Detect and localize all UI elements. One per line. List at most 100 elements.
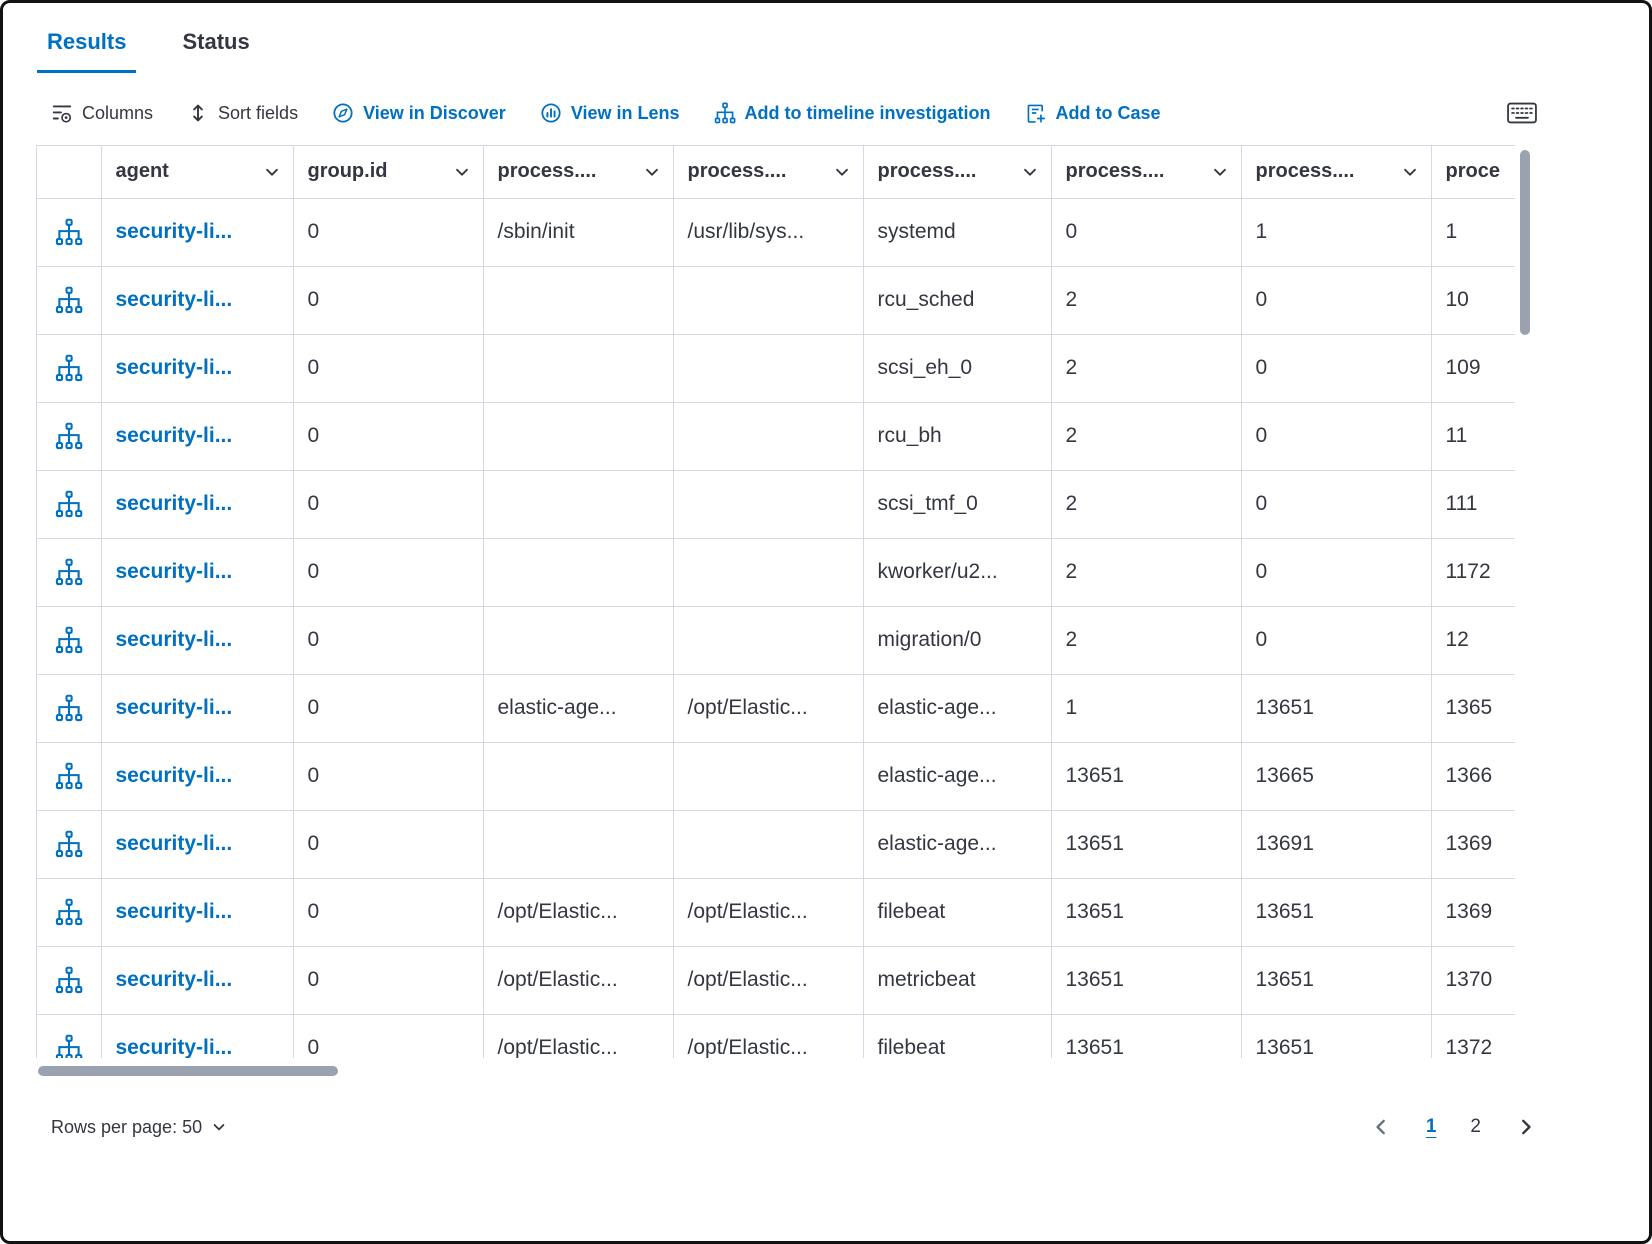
agent-link[interactable]: security-li... — [116, 900, 233, 923]
data-cell: 109 — [1431, 334, 1515, 402]
agent-link[interactable]: security-li... — [116, 832, 233, 855]
column-header-process[interactable]: process.... — [483, 146, 673, 198]
grid-toolbar: Columns Sort fields View in Discover Vie… — [51, 91, 1537, 135]
cell-agent: security-li... — [101, 470, 293, 538]
view-in-lens-button[interactable]: View in Lens — [540, 102, 680, 124]
data-cell: 2 — [1051, 402, 1241, 470]
agent-link[interactable]: security-li... — [116, 696, 233, 719]
analyze-event-button[interactable] — [37, 1014, 101, 1058]
column-header-process[interactable]: process.... — [863, 146, 1051, 198]
data-cell: 0 — [1241, 470, 1431, 538]
tab-results[interactable]: Results — [37, 29, 136, 73]
agent-link[interactable]: security-li... — [116, 424, 233, 447]
analyzer-graph-icon — [55, 626, 83, 654]
chevron-down-icon — [211, 1119, 227, 1135]
agent-link[interactable]: security-li... — [116, 1036, 233, 1058]
data-cell: 0 — [1241, 538, 1431, 606]
chevron-down-icon[interactable] — [1401, 163, 1419, 181]
analyze-event-button[interactable] — [37, 810, 101, 878]
agent-link[interactable]: security-li... — [116, 968, 233, 991]
discover-compass-icon — [332, 102, 354, 124]
lens-chart-icon — [540, 102, 562, 124]
rows-per-page-button[interactable]: Rows per page: 50 — [51, 1117, 227, 1138]
previous-page-button[interactable] — [1370, 1116, 1392, 1138]
analyze-event-button[interactable] — [37, 878, 101, 946]
column-header-label: process.... — [1066, 160, 1165, 183]
keyboard-shortcuts-button[interactable] — [1507, 102, 1537, 124]
analyze-event-button[interactable] — [37, 674, 101, 742]
chevron-down-icon[interactable] — [263, 163, 281, 181]
cell-agent: security-li... — [101, 538, 293, 606]
add-to-case-button[interactable]: Add to Case — [1025, 102, 1161, 124]
tab-status[interactable]: Status — [172, 29, 259, 73]
view-in-discover-button[interactable]: View in Discover — [332, 102, 506, 124]
agent-link[interactable]: security-li... — [116, 356, 233, 379]
column-header-process[interactable]: process.... — [1051, 146, 1241, 198]
agent-link[interactable]: security-li... — [116, 288, 233, 311]
analyzer-graph-icon — [55, 966, 83, 994]
column-header-process[interactable]: process.... — [673, 146, 863, 198]
analyzer-graph-icon — [55, 218, 83, 246]
analyze-event-button[interactable] — [37, 606, 101, 674]
analyze-event-button[interactable] — [37, 402, 101, 470]
sort-fields-button[interactable]: Sort fields — [187, 102, 298, 124]
agent-link[interactable]: security-li... — [116, 220, 233, 243]
analyze-event-button[interactable] — [37, 742, 101, 810]
chevron-down-icon[interactable] — [833, 163, 851, 181]
data-cell: 10 — [1431, 266, 1515, 334]
horizontal-scrollbar[interactable] — [36, 1058, 1515, 1082]
control-column-header — [37, 146, 101, 198]
column-header-proce[interactable]: proce — [1431, 146, 1515, 198]
chevron-down-icon[interactable] — [453, 163, 471, 181]
agent-link[interactable]: security-li... — [116, 764, 233, 787]
chevron-down-icon[interactable] — [1211, 163, 1229, 181]
sort-fields-icon — [187, 102, 209, 124]
horizontal-scrollbar-thumb[interactable] — [38, 1066, 338, 1076]
page-button-1[interactable]: 1 — [1426, 1116, 1437, 1138]
column-header-label: proce — [1446, 160, 1500, 183]
analyze-event-button[interactable] — [37, 266, 101, 334]
agent-link[interactable]: security-li... — [116, 628, 233, 651]
data-cell: 0 — [293, 878, 483, 946]
vertical-scrollbar-thumb[interactable] — [1520, 150, 1530, 335]
table-row: security-li...0/opt/Elastic.../opt/Elast… — [37, 1014, 1515, 1058]
chevron-down-icon[interactable] — [1021, 163, 1039, 181]
column-header-agent[interactable]: agent — [101, 146, 293, 198]
analyze-event-button[interactable] — [37, 334, 101, 402]
data-cell: 1 — [1241, 198, 1431, 266]
add-to-timeline-label: Add to timeline investigation — [745, 103, 991, 124]
data-cell: 13691 — [1241, 810, 1431, 878]
sort-fields-label: Sort fields — [218, 103, 298, 124]
agent-link[interactable]: security-li... — [116, 560, 233, 583]
column-header-label: process.... — [498, 160, 597, 183]
columns-label: Columns — [82, 103, 153, 124]
page-button-2[interactable]: 2 — [1470, 1116, 1481, 1138]
column-header-groupid[interactable]: group.id — [293, 146, 483, 198]
data-cell: 0 — [1051, 198, 1241, 266]
grid-footer: Rows per page: 50 1 2 — [51, 1104, 1537, 1150]
vertical-scrollbar[interactable] — [1515, 145, 1535, 1058]
columns-icon — [51, 102, 73, 124]
add-to-timeline-button[interactable]: Add to timeline investigation — [714, 102, 991, 124]
data-cell: elastic-age... — [863, 674, 1051, 742]
column-header-process[interactable]: process.... — [1241, 146, 1431, 198]
analyze-event-button[interactable] — [37, 946, 101, 1014]
data-cell: 13651 — [1051, 878, 1241, 946]
next-page-button[interactable] — [1515, 1116, 1537, 1138]
view-in-lens-label: View in Lens — [571, 103, 680, 124]
agent-link[interactable]: security-li... — [116, 492, 233, 515]
columns-button[interactable]: Columns — [51, 102, 153, 124]
data-cell: /opt/Elastic... — [673, 1014, 863, 1058]
data-cell: 13651 — [1051, 810, 1241, 878]
analyze-event-button[interactable] — [37, 198, 101, 266]
data-cell — [673, 266, 863, 334]
analyze-event-button[interactable] — [37, 470, 101, 538]
analyze-event-button[interactable] — [37, 538, 101, 606]
data-cell — [483, 334, 673, 402]
data-cell: 0 — [293, 198, 483, 266]
data-cell: metricbeat — [863, 946, 1051, 1014]
data-cell: 13651 — [1051, 742, 1241, 810]
data-cell — [673, 742, 863, 810]
chevron-down-icon[interactable] — [643, 163, 661, 181]
column-header-label: agent — [116, 160, 169, 183]
